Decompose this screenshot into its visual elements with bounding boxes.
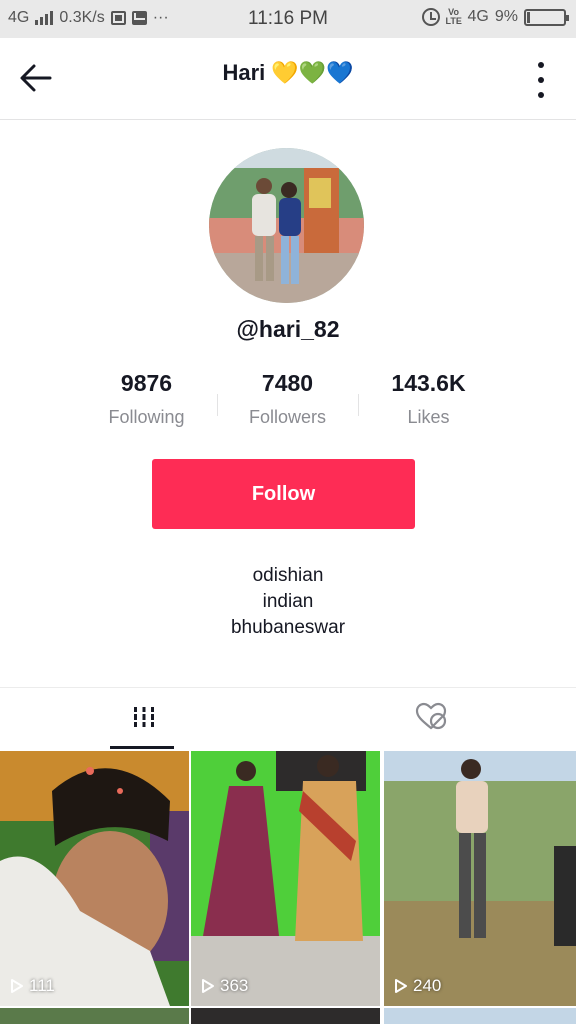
status-bar-right: Vo LTE 4G 9% <box>421 7 569 26</box>
battery-icon <box>524 8 569 26</box>
profile-tabs <box>0 687 576 749</box>
view-count-value: 240 <box>413 976 442 995</box>
avatar[interactable] <box>209 148 364 303</box>
following-label: Following <box>108 407 185 427</box>
play-icon <box>202 979 214 993</box>
video-tile-partial[interactable] <box>0 1008 189 1024</box>
video-tile[interactable]: 240 <box>384 751 576 1006</box>
profile-stats: 9876 Following 7480 Followers 143.6K Lik… <box>76 370 500 436</box>
network-type-right: 4G <box>467 8 489 25</box>
stat-following[interactable]: 9876 Following <box>76 370 217 436</box>
play-icon <box>11 979 23 993</box>
grid-columns-icon <box>130 703 158 736</box>
view-count: 240 <box>394 976 441 996</box>
status-bar: 4G 0.3K/s ··· 11:16 PM Vo LTE 4G 9% <box>0 0 576 38</box>
video-tile-partial[interactable] <box>191 1008 380 1024</box>
stat-followers[interactable]: 7480 Followers <box>217 370 358 436</box>
play-icon <box>395 979 407 993</box>
bio-line: odishian <box>252 565 324 586</box>
video-grid: 111 363 240 <box>0 751 576 1024</box>
video-tile-partial[interactable] <box>384 1008 576 1024</box>
tab-videos[interactable] <box>0 688 288 750</box>
bio: odishian indian bhubaneswar <box>0 563 576 641</box>
followers-label: Followers <box>248 407 327 427</box>
followers-count: 7480 <box>261 370 314 396</box>
username: @hari_82 <box>236 316 340 342</box>
alarm-icon <box>421 8 440 26</box>
follow-button[interactable]: Follow <box>152 459 415 529</box>
view-count: 363 <box>201 976 248 996</box>
video-tile[interactable]: 363 <box>191 751 380 1006</box>
video-tile[interactable]: 111 <box>0 751 189 1006</box>
bio-line: bhubaneswar <box>230 617 346 638</box>
profile-header: Hari 💛💚💙 <box>0 38 576 120</box>
stat-likes[interactable]: 143.6K Likes <box>358 370 499 436</box>
tab-liked[interactable] <box>288 688 576 750</box>
following-count: 9876 <box>120 370 173 396</box>
battery-percent: 9% <box>494 8 518 25</box>
active-tab-indicator <box>110 746 174 749</box>
view-count: 111 <box>10 976 55 996</box>
volte-indicator: Vo LTE <box>445 7 462 26</box>
header-title: Hari 💛💚💙 <box>222 60 354 85</box>
more-vertical-icon[interactable] <box>534 62 548 98</box>
view-count-value: 363 <box>220 976 249 995</box>
liked-hidden-icon <box>415 702 449 737</box>
likes-label: Likes <box>407 407 450 427</box>
likes-count: 143.6K <box>391 370 466 396</box>
bio-line: indian <box>262 591 314 612</box>
battery-fill <box>527 11 530 23</box>
view-count-value: 111 <box>29 976 55 995</box>
